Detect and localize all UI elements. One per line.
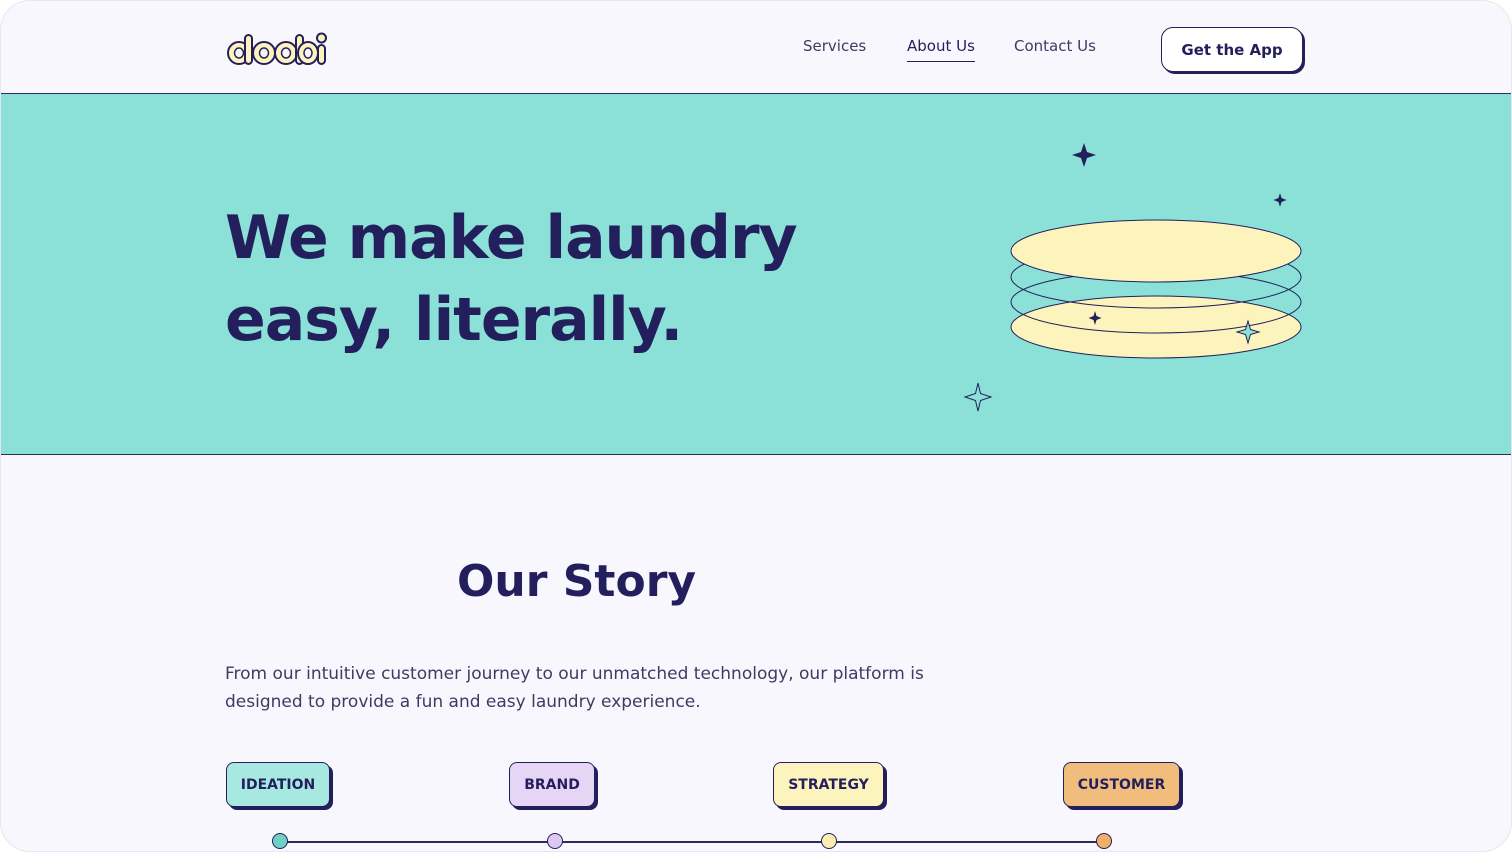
- doobi-logo[interactable]: [225, 31, 329, 71]
- hero-section: We make laundry easy, literally.: [1, 94, 1511, 455]
- timeline-dot-strategy[interactable]: [821, 833, 837, 849]
- nav-services-link[interactable]: Services: [803, 37, 866, 55]
- timeline-dot-ideation[interactable]: [272, 833, 288, 849]
- nav-about-us-link[interactable]: About Us: [907, 37, 975, 62]
- hero-title: We make laundry easy, literally.: [225, 197, 865, 361]
- top-nav: Services About Us Contact Us Get the App: [1, 1, 1511, 94]
- tag-brand[interactable]: BRAND: [509, 762, 595, 807]
- tag-customer[interactable]: CUSTOMER: [1063, 762, 1180, 807]
- page-frame: Services About Us Contact Us Get the App…: [0, 0, 1512, 852]
- get-the-app-button[interactable]: Get the App: [1161, 27, 1303, 72]
- nav-contact-us-link[interactable]: Contact Us: [1014, 37, 1096, 55]
- timeline-dot-customer[interactable]: [1096, 833, 1112, 849]
- hero-title-line-2: easy, literally.: [225, 285, 683, 355]
- stacked-discs-illustration: [963, 143, 1302, 412]
- tag-ideation[interactable]: IDEATION: [226, 762, 330, 807]
- timeline-dot-brand[interactable]: [547, 833, 563, 849]
- story-timeline: [279, 841, 1105, 843]
- sparkle-outline-icon: [963, 382, 993, 412]
- our-story-heading: Our Story: [457, 556, 697, 607]
- hero-title-line-1: We make laundry: [225, 203, 798, 273]
- tag-strategy[interactable]: STRATEGY: [773, 762, 884, 807]
- our-story-text: From our intuitive customer journey to o…: [225, 664, 924, 712]
